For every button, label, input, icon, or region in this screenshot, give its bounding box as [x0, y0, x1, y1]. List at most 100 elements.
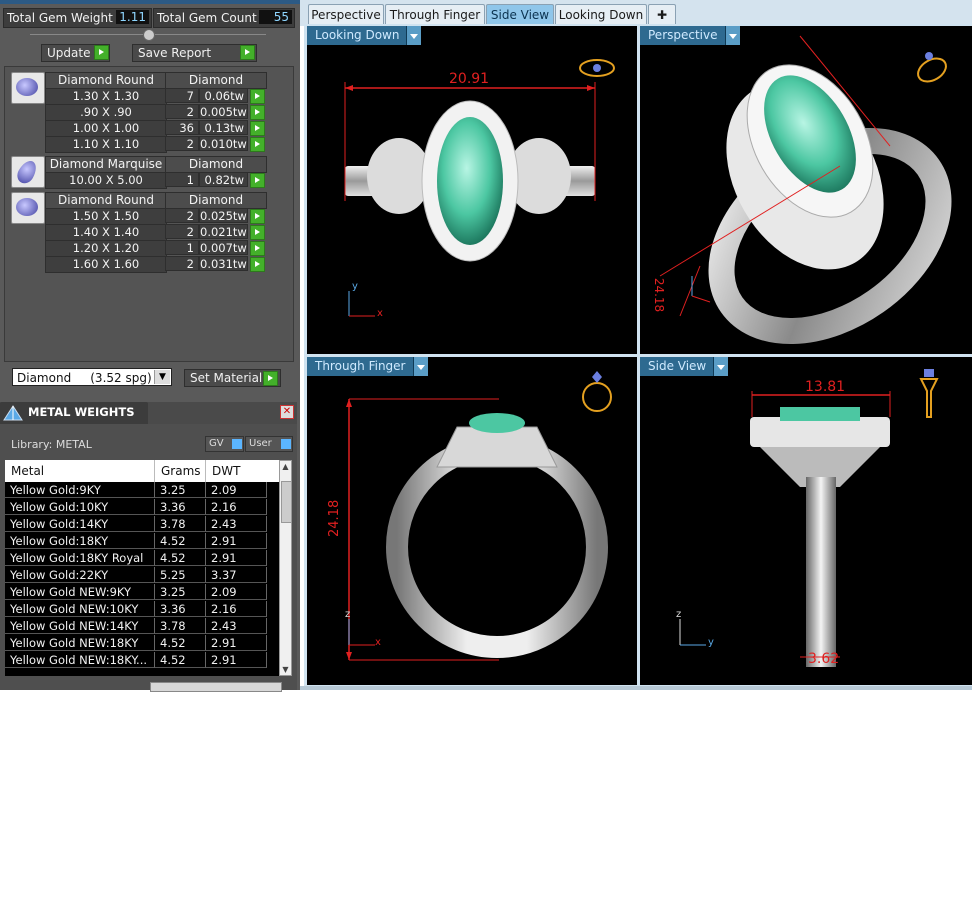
metal-grams: 3.78: [155, 618, 206, 634]
user-toggle[interactable]: User: [245, 436, 293, 452]
column-header-grams[interactable]: Grams: [155, 460, 206, 482]
gem-group-material: Diamond: [165, 192, 267, 209]
material-select[interactable]: Diamond (3.52 spg) ▼: [12, 368, 172, 386]
total-gem-weight-label: Total Gem Weight: [7, 11, 113, 25]
axis-z-label: z: [676, 609, 682, 620]
table-row[interactable]: Yellow Gold:18KY 4.52 2.91: [5, 533, 281, 550]
table-row[interactable]: Yellow Gold NEW:18KY 4.52 2.91: [5, 635, 281, 652]
scroll-thumb[interactable]: [281, 481, 292, 523]
library-label: Library: METAL: [11, 438, 92, 451]
table-row[interactable]: Yellow Gold:14KY 3.78 2.43: [5, 516, 281, 533]
dimension-label: 24.18: [327, 499, 342, 537]
gem-row-go-icon[interactable]: [250, 121, 265, 136]
table-row[interactable]: Yellow Gold:22KY 5.25 3.37: [5, 567, 281, 584]
metal-grams: 3.25: [155, 584, 206, 600]
table-row[interactable]: Yellow Gold:18KY Royal 4.52 2.91: [5, 550, 281, 567]
chevron-down-icon[interactable]: ▼: [154, 370, 170, 384]
ring-top-view-icon: [579, 59, 615, 77]
save-report-button[interactable]: Save Report: [132, 44, 257, 62]
gem-count: 1: [165, 172, 199, 187]
table-row[interactable]: Yellow Gold:9KY 3.25 2.09: [5, 482, 281, 499]
save-report-go-icon[interactable]: [240, 45, 255, 60]
table-row[interactable]: Yellow Gold:10KY 3.36 2.16: [5, 499, 281, 516]
table-row[interactable]: Yellow Gold NEW:14KY 3.78 2.43: [5, 618, 281, 635]
metal-name: Yellow Gold NEW:18KY: [5, 635, 155, 651]
gem-weight: 0.007tw: [199, 240, 248, 255]
gem-row-go-icon[interactable]: [250, 257, 265, 272]
tab-side-view[interactable]: Side View: [486, 4, 554, 25]
gem-row-go-icon[interactable]: [250, 225, 265, 240]
metal-table: Metal Grams DWT Yellow Gold:9KY 3.25 2.09 Y…: [5, 460, 281, 676]
gv-toggle[interactable]: GV: [205, 436, 244, 452]
scroll-down-icon[interactable]: ▼: [280, 664, 291, 675]
set-material-go-icon[interactable]: [263, 371, 278, 386]
metal-dwt: 2.91: [206, 550, 267, 566]
plus-icon: ✚: [656, 8, 668, 22]
metal-grams: 3.78: [155, 516, 206, 532]
gem-weight: 0.031tw: [199, 256, 248, 271]
metal-dwt: 2.16: [206, 499, 267, 515]
gem-row-go-icon[interactable]: [250, 89, 265, 104]
dimension-label-bottom: 3.62: [808, 651, 840, 667]
metal-grams: 5.25: [155, 567, 206, 583]
axis-x-label: x: [377, 308, 383, 319]
axis-y-label: y: [352, 281, 358, 292]
gem-weight: 0.06tw: [199, 88, 248, 103]
metal-grams: 3.25: [155, 482, 206, 498]
viewport-bottom-border: [300, 686, 972, 690]
column-header-dwt[interactable]: DWT: [206, 460, 281, 482]
marquise-gem-icon: [11, 156, 45, 188]
metal-name: Yellow Gold:18KY: [5, 533, 155, 549]
metal-dwt: 2.91: [206, 652, 267, 668]
table-row[interactable]: Yellow Gold NEW:9KY 3.25 2.09: [5, 584, 281, 601]
metal-table-scrollbar[interactable]: ▲ ▼: [279, 460, 292, 676]
gem-row-go-icon[interactable]: [250, 137, 265, 152]
table-row[interactable]: Yellow Gold NEW:10KY 3.36 2.16: [5, 601, 281, 618]
gem-row-go-icon[interactable]: [250, 209, 265, 224]
gv-label: GV: [209, 438, 224, 449]
dimension-label: 20.91: [449, 71, 490, 87]
dimension-label-top: 13.81: [805, 379, 846, 395]
save-report-label: Save Report: [138, 46, 212, 60]
axis-z-label: z: [345, 609, 351, 620]
gem-weight: 0.021tw: [199, 224, 248, 239]
metal-dwt: 2.91: [206, 635, 267, 651]
table-row[interactable]: Yellow Gold NEW:18KY... 4.52 2.91: [5, 652, 281, 669]
metal-name: Yellow Gold NEW:10KY: [5, 601, 155, 617]
viewport-side-view[interactable]: Side View 13.81 3.62 z y: [640, 357, 972, 685]
gem-count: 2: [165, 224, 199, 239]
viewport-looking-down[interactable]: Looking Down 20.91 y x: [307, 26, 637, 354]
ring-side-view-icon: [919, 369, 939, 418]
viewport-perspective[interactable]: Perspective 24.18: [640, 26, 972, 354]
tab-through-finger[interactable]: Through Finger: [385, 4, 485, 25]
close-icon[interactable]: ✕: [280, 405, 294, 419]
metal-dwt: 2.09: [206, 482, 267, 498]
gem-size: 1.50 X 1.50: [45, 208, 167, 225]
update-go-icon[interactable]: [94, 45, 109, 60]
scroll-up-icon[interactable]: ▲: [280, 461, 291, 472]
splitter-handle[interactable]: [143, 29, 155, 41]
gem-count: 2: [165, 104, 199, 119]
left-panel: Total Gem Weight 1.11 Total Gem Count 55…: [0, 0, 300, 692]
gem-count: 2: [165, 136, 199, 151]
gem-size: 1.10 X 1.10: [45, 136, 167, 153]
gem-row-go-icon[interactable]: [250, 173, 265, 188]
metal-name: Yellow Gold:9KY: [5, 482, 155, 498]
metal-grams: 4.52: [155, 652, 206, 668]
metal-weights-title: METAL WEIGHTS: [28, 405, 135, 419]
gem-group-name: Diamond Marquise: [45, 156, 167, 173]
viewport-through-finger[interactable]: Through Finger 24.18 z x: [307, 357, 637, 685]
add-tab-button[interactable]: ✚: [648, 4, 676, 25]
dimension-label: 24.18: [652, 277, 667, 313]
metal-name: Yellow Gold NEW:9KY: [5, 584, 155, 600]
column-header-metal[interactable]: Metal: [5, 460, 155, 482]
total-gem-count-box: Total Gem Count 55: [153, 8, 295, 28]
gem-row-go-icon[interactable]: [250, 105, 265, 120]
tab-perspective[interactable]: Perspective: [308, 4, 384, 25]
gem-row-go-icon[interactable]: [250, 241, 265, 256]
gem-weight: 0.025tw: [199, 208, 248, 223]
metal-dwt: 2.16: [206, 601, 267, 617]
viewport-grid: Looking Down 20.91 y x Perspective 24.18…: [304, 24, 972, 690]
tab-looking-down[interactable]: Looking Down: [555, 4, 647, 25]
bottom-dropdown-strip[interactable]: [150, 682, 282, 692]
